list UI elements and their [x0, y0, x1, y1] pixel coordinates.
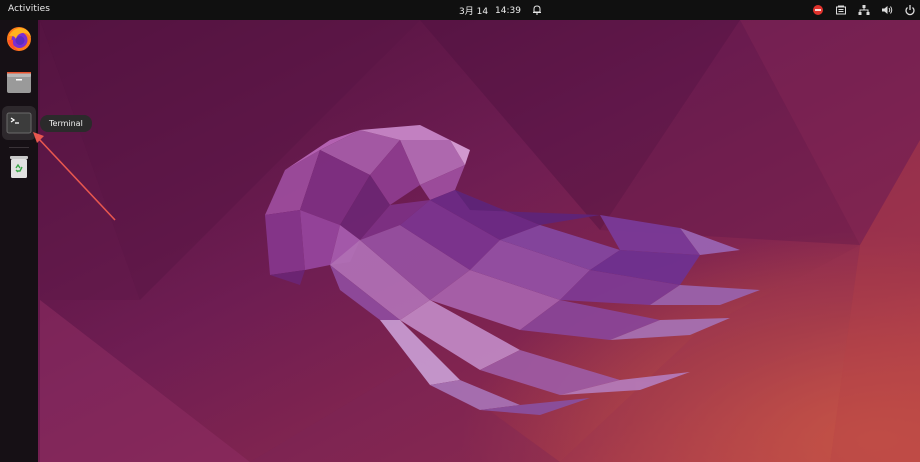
dock-item-trash[interactable] — [2, 150, 36, 184]
dock-separator — [9, 147, 29, 148]
clock-date: 3月 14 — [459, 7, 489, 17]
power-icon[interactable] — [904, 4, 916, 16]
ubuntu-desktop: Activities 3月 14 14:39 Terminal — [0, 0, 920, 462]
firefox-icon — [7, 27, 31, 51]
desktop-wallpaper — [0, 0, 920, 462]
files-icon — [7, 72, 31, 93]
do-not-disturb-icon[interactable] — [812, 4, 824, 16]
clock-time: 14:39 — [495, 5, 521, 16]
dock-item-firefox[interactable] — [2, 22, 36, 56]
dock — [0, 20, 38, 462]
top-bar: Activities 3月 14 14:39 — [0, 0, 920, 20]
trash-icon — [10, 156, 28, 178]
app-indicator-icon[interactable] — [835, 4, 847, 16]
bell-icon — [532, 5, 541, 15]
activities-button[interactable]: Activities — [8, 4, 50, 14]
terminal-tooltip: Terminal — [40, 115, 92, 132]
terminal-icon — [6, 112, 32, 134]
dock-item-terminal[interactable] — [2, 106, 36, 140]
network-icon[interactable] — [858, 4, 870, 16]
volume-icon[interactable] — [881, 4, 893, 16]
system-tray[interactable] — [812, 3, 916, 17]
clock-button[interactable]: 3月 14 14:39 — [459, 4, 543, 17]
dock-item-files[interactable] — [2, 65, 36, 99]
